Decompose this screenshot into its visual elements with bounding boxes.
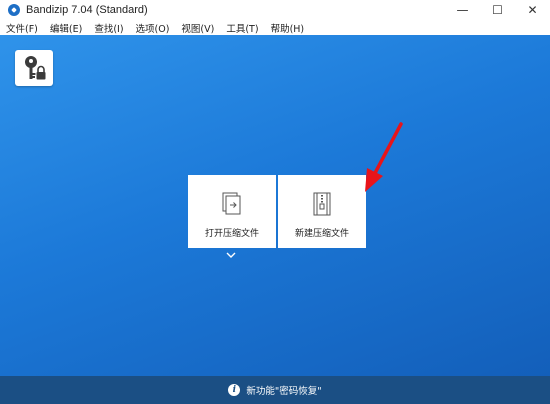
menu-file[interactable]: 文件(F) bbox=[0, 21, 44, 35]
minimize-button[interactable]: — bbox=[445, 0, 480, 20]
new-feature-link[interactable]: 新功能"密码恢复" bbox=[246, 383, 321, 397]
menu-view[interactable]: 视图(V) bbox=[175, 21, 220, 35]
bandizip-app-icon[interactable] bbox=[8, 4, 20, 16]
app-window: Bandizip 7.04 (Standard) — ☐ ✕ 文件(F) 编辑(… bbox=[0, 0, 550, 404]
zip-file-icon bbox=[313, 192, 331, 216]
key-lock-icon bbox=[25, 56, 46, 80]
password-manager-button[interactable] bbox=[15, 50, 53, 86]
window-title: Bandizip 7.04 (Standard) bbox=[26, 4, 148, 16]
status-bar: i 新功能"密码恢复" bbox=[0, 376, 550, 404]
menu-edit[interactable]: 编辑(E) bbox=[44, 21, 88, 35]
new-archive-button[interactable]: 新建压缩文件 bbox=[278, 175, 366, 248]
menu-bar: 文件(F) 编辑(E) 查找(I) 选项(O) 视图(V) 工具(T) 帮助(H… bbox=[0, 20, 550, 35]
menu-find[interactable]: 查找(I) bbox=[88, 21, 129, 35]
open-archive-label: 打开压缩文件 bbox=[204, 229, 259, 239]
info-icon: i bbox=[228, 384, 241, 396]
new-archive-label: 新建压缩文件 bbox=[294, 229, 349, 239]
menu-options[interactable]: 选项(O) bbox=[130, 21, 176, 35]
chevron-down-icon[interactable] bbox=[225, 251, 237, 259]
open-archive-button[interactable]: 打开压缩文件 bbox=[188, 175, 276, 248]
red-arrow-icon bbox=[365, 122, 403, 192]
close-button[interactable]: ✕ bbox=[515, 0, 550, 20]
title-bar: Bandizip 7.04 (Standard) — ☐ ✕ bbox=[0, 0, 550, 20]
main-area: 打开压缩文件 新建压缩文件 bbox=[0, 35, 550, 376]
open-file-arrow-icon bbox=[222, 192, 241, 215]
menu-help[interactable]: 帮助(H) bbox=[265, 21, 311, 35]
maximize-button[interactable]: ☐ bbox=[480, 0, 515, 20]
menu-tools[interactable]: 工具(T) bbox=[220, 21, 264, 35]
window-controls: — ☐ ✕ bbox=[445, 0, 550, 20]
